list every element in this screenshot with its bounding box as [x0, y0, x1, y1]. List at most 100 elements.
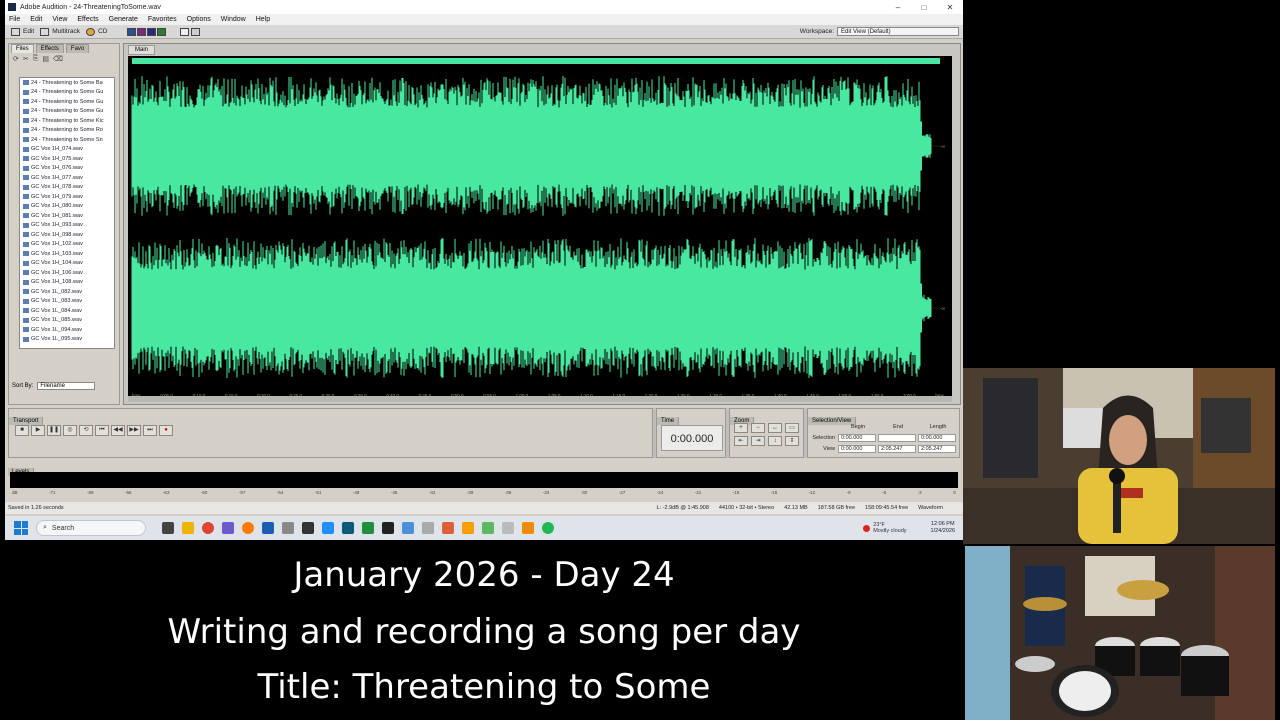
- zoom-right-edge-icon[interactable]: ⇥: [751, 436, 765, 446]
- spectral-view-icon[interactable]: [137, 27, 147, 36]
- delete-file-icon[interactable]: ⌫: [53, 55, 63, 63]
- file-list-item[interactable]: GC Vox 1H_076.wav: [20, 164, 114, 174]
- tab-files[interactable]: Files: [11, 44, 34, 53]
- weather-widget[interactable]: 23°F Mostly cloudy: [863, 522, 907, 534]
- app-icon-8[interactable]: [462, 522, 474, 534]
- file-list-item[interactable]: GC Vox 1H_102.wav: [20, 240, 114, 250]
- multitrack-view-button[interactable]: Multitrack: [40, 27, 80, 36]
- edit-view-button[interactable]: Edit: [11, 27, 34, 36]
- selection-length-field[interactable]: 0:00.000: [918, 433, 956, 442]
- file-list-item[interactable]: GC Vox 1L_094.wav: [20, 325, 114, 335]
- file-list-item[interactable]: 24 - Threatening to Some Kic: [20, 116, 114, 126]
- menu-options[interactable]: Options: [187, 16, 211, 23]
- selection-begin-field[interactable]: 0:00.000: [838, 433, 876, 442]
- teams-icon[interactable]: [222, 522, 234, 534]
- time-selection-tool-icon[interactable]: [180, 27, 190, 36]
- app-icon-2[interactable]: [322, 522, 334, 534]
- sort-by-dropdown[interactable]: Filename: [37, 382, 96, 390]
- view-begin-field[interactable]: 0:00.000: [838, 444, 876, 453]
- file-list-item[interactable]: 24 - Threatening to Some Sn: [20, 135, 114, 145]
- file-list-item[interactable]: GC Vox 1H_075.wav: [20, 154, 114, 164]
- stop-button[interactable]: ■: [15, 425, 29, 436]
- pan-view-icon[interactable]: [147, 27, 157, 36]
- file-list-item[interactable]: GC Vox 1H_106.wav: [20, 268, 114, 278]
- view-end-field[interactable]: 2:05.247: [878, 444, 916, 453]
- file-list-item[interactable]: GC Vox 1H_103.wav: [20, 249, 114, 259]
- chrome-icon[interactable]: [202, 522, 214, 534]
- file-list-item[interactable]: GC Vox 1H_108.wav: [20, 278, 114, 288]
- zoom-out-vertical-icon[interactable]: ⇕: [785, 436, 799, 446]
- play-to-end-button[interactable]: ◎: [63, 425, 77, 436]
- taskbar-search-box[interactable]: ⌕ Search: [36, 520, 146, 536]
- file-list-item[interactable]: 24 - Threatening to Some Gu: [20, 88, 114, 98]
- file-list-item[interactable]: GC Vox 1H_104.wav: [20, 259, 114, 269]
- zoom-left-edge-icon[interactable]: ⇤: [734, 436, 748, 446]
- firefox-icon[interactable]: [242, 522, 254, 534]
- right-channel-waveform[interactable]: [131, 238, 940, 378]
- minimize-button[interactable]: –: [885, 3, 911, 12]
- task-view-icon[interactable]: [162, 522, 174, 534]
- file-list-item[interactable]: 24 - Threatening to Some Gu: [20, 97, 114, 107]
- excel-icon[interactable]: [362, 522, 374, 534]
- workspace-dropdown[interactable]: Edit View (Default): [837, 27, 959, 36]
- import-file-icon[interactable]: ⎘: [33, 55, 39, 63]
- move-tool-icon[interactable]: [191, 27, 201, 36]
- file-list-item[interactable]: 24 - Threatening to Some Ro: [20, 126, 114, 136]
- vlc-icon[interactable]: [522, 522, 534, 534]
- file-list-item[interactable]: GC Vox 1H_080.wav: [20, 202, 114, 212]
- file-list-item[interactable]: GC Vox 1H_079.wav: [20, 192, 114, 202]
- close-button[interactable]: ✕: [937, 3, 963, 12]
- file-list-item[interactable]: GC Vox 1H_098.wav: [20, 230, 114, 240]
- maximize-button[interactable]: □: [911, 3, 937, 12]
- tab-favorites[interactable]: Favo: [65, 44, 90, 53]
- file-list-item[interactable]: 24 - Threatening to Some Gu: [20, 107, 114, 117]
- menu-favorites[interactable]: Favorites: [148, 16, 177, 23]
- zoom-in-horizontal-icon[interactable]: +: [734, 423, 748, 433]
- stereo-waveform[interactable]: -∞ -∞: [128, 56, 952, 396]
- taskbar-clock[interactable]: 12:06 PM 1/24/2026: [931, 521, 955, 535]
- menu-effects[interactable]: Effects: [77, 16, 98, 23]
- loop-button[interactable]: ⟲: [79, 425, 93, 436]
- menu-file[interactable]: File: [9, 16, 20, 23]
- file-list-item[interactable]: GC Vox 1H_081.wav: [20, 211, 114, 221]
- zoom-out-horizontal-icon[interactable]: −: [751, 423, 765, 433]
- file-list-item[interactable]: GC Vox 1L_095.wav: [20, 335, 114, 345]
- close-file-icon[interactable]: ✂: [23, 55, 29, 63]
- go-to-start-button[interactable]: ⏮: [95, 425, 109, 436]
- tab-main[interactable]: Main: [128, 45, 156, 55]
- file-list-item[interactable]: GC Vox 1H_093.wav: [20, 221, 114, 231]
- app-icon-7[interactable]: [442, 522, 454, 534]
- rewind-button[interactable]: ◀◀: [111, 425, 125, 436]
- insert-file-icon[interactable]: ▤: [42, 55, 49, 63]
- file-list-item[interactable]: GC Vox 1L_083.wav: [20, 297, 114, 307]
- file-list-item[interactable]: GC Vox 1H_077.wav: [20, 173, 114, 183]
- menu-view[interactable]: View: [52, 16, 67, 23]
- view-length-field[interactable]: 2:05.247: [918, 444, 956, 453]
- play-button[interactable]: ▶: [31, 425, 45, 436]
- spotify-icon[interactable]: [542, 522, 554, 534]
- tab-effects[interactable]: Effects: [35, 44, 64, 53]
- app-icon-3[interactable]: [342, 522, 354, 534]
- cd-view-button[interactable]: CD: [86, 27, 107, 36]
- file-list-item[interactable]: GC Vox 1H_074.wav: [20, 145, 114, 155]
- zoom-in-vertical-icon[interactable]: ↕: [768, 436, 782, 446]
- outlook-icon[interactable]: [262, 522, 274, 534]
- windows-start-icon[interactable]: [14, 521, 28, 535]
- file-list-item[interactable]: GC Vox 1L_084.wav: [20, 306, 114, 316]
- fast-forward-button[interactable]: ▶▶: [127, 425, 141, 436]
- menu-generate[interactable]: Generate: [109, 16, 138, 23]
- file-list-item[interactable]: GC Vox 1L_082.wav: [20, 287, 114, 297]
- zoom-selection-icon[interactable]: ▭: [785, 423, 799, 433]
- audition-taskbar-icon[interactable]: [302, 522, 314, 534]
- file-list-item[interactable]: 24 - Threatening to Some Ba: [20, 78, 114, 88]
- selection-end-field[interactable]: [878, 433, 916, 442]
- waveform-display[interactable]: -∞-∞ hms0:05.00:10.00:15.00:20.00:25.00:…: [128, 56, 952, 398]
- left-channel-waveform[interactable]: [131, 76, 940, 216]
- horizontal-scrollbar[interactable]: [128, 396, 952, 402]
- file-explorer-icon[interactable]: [182, 522, 194, 534]
- go-to-end-button[interactable]: ⏭: [143, 425, 157, 436]
- file-list-item[interactable]: GC Vox 1L_085.wav: [20, 316, 114, 326]
- app-icon-6[interactable]: [422, 522, 434, 534]
- menu-help[interactable]: Help: [256, 16, 270, 23]
- menu-edit[interactable]: Edit: [30, 16, 42, 23]
